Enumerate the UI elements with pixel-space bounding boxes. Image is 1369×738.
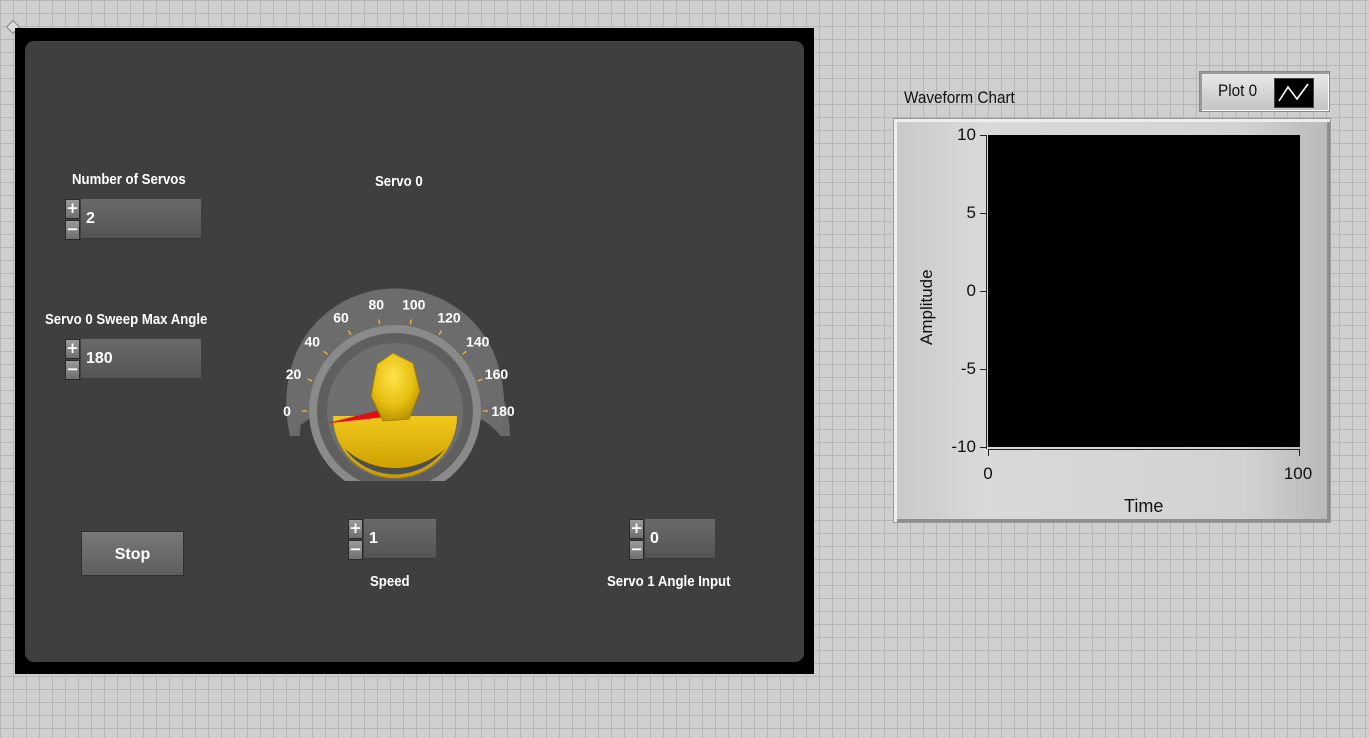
y-tick-label: -10 bbox=[951, 437, 976, 456]
speed-label: Speed bbox=[370, 573, 410, 590]
decrement-button[interactable]: − bbox=[65, 360, 80, 380]
gauge-tick-label: 180 bbox=[491, 403, 515, 419]
x-axis-label: Time bbox=[1124, 496, 1164, 516]
gauge-label: Servo 0 bbox=[375, 173, 423, 190]
y-tick-mark bbox=[980, 213, 986, 214]
plot-legend[interactable]: Plot 0 bbox=[1199, 71, 1330, 112]
servo1-angle-label: Servo 1 Angle Input bbox=[607, 573, 731, 590]
number-of-servos-control: + − 2 bbox=[65, 199, 201, 241]
sweep-max-angle-input[interactable]: 180 bbox=[81, 339, 201, 379]
gauge-tick-label: 160 bbox=[485, 366, 509, 382]
gauge-tick bbox=[378, 319, 381, 325]
gauge-tick-label: 0 bbox=[283, 403, 291, 419]
servo-gauge[interactable]: 0 20 40 60 80 100 120 140 160 180 bbox=[275, 201, 515, 497]
y-tick-label: -5 bbox=[960, 359, 976, 378]
servo1-angle-control: + − 0 bbox=[629, 519, 715, 561]
gauge-svg: 0 2040 60 80 100 120 140 160 180 bbox=[283, 288, 515, 497]
x-axis-line bbox=[988, 449, 1300, 450]
decrement-button[interactable]: − bbox=[348, 540, 363, 560]
increment-button[interactable]: + bbox=[348, 519, 363, 539]
gauge-tick-label: 120 bbox=[437, 309, 461, 325]
sweep-max-angle-label: Servo 0 Sweep Max Angle bbox=[45, 311, 208, 328]
gauge-tick-label: 140 bbox=[466, 334, 490, 350]
increment-button[interactable]: + bbox=[629, 519, 644, 539]
sweep-max-angle-control: + − 180 bbox=[65, 339, 201, 381]
y-tick-label: 0 bbox=[966, 281, 976, 300]
legend-plot-name: Plot 0 bbox=[1218, 81, 1258, 100]
increment-button[interactable]: + bbox=[65, 339, 80, 359]
gauge-knob bbox=[370, 352, 421, 422]
servo1-angle-input[interactable]: 0 bbox=[645, 519, 715, 559]
y-tick-mark bbox=[980, 447, 986, 448]
gauge-tick-label: 40 bbox=[304, 334, 320, 350]
y-axis-label: Amplitude bbox=[917, 269, 936, 345]
gauge-tick-label: 80 bbox=[368, 297, 384, 313]
x-tick-mark bbox=[988, 450, 989, 456]
gauge-tick-label: 60 bbox=[333, 309, 349, 325]
stop-button[interactable]: Stop bbox=[81, 531, 184, 576]
number-of-servos-input[interactable]: 2 bbox=[81, 199, 201, 239]
speed-control: + − 1 bbox=[348, 519, 436, 561]
gauge-tick bbox=[409, 319, 412, 325]
gauge-tick-label: 20 bbox=[286, 366, 302, 382]
y-tick-mark bbox=[980, 369, 986, 370]
plot-area[interactable] bbox=[988, 135, 1300, 447]
chart-title: Waveform Chart bbox=[904, 88, 1015, 107]
waveform-chart: 10 5 0 -5 -10 0 100 Amplitude Time bbox=[893, 118, 1331, 523]
gauge-tick-label: 100 bbox=[402, 297, 426, 313]
number-of-servos-label: Number of Servos bbox=[72, 171, 186, 188]
x-tick-label: 100 bbox=[1283, 464, 1313, 483]
decrement-button[interactable]: − bbox=[65, 220, 80, 240]
y-tick-mark bbox=[980, 291, 986, 292]
plot-style-icon[interactable] bbox=[1274, 78, 1314, 108]
y-tick-mark bbox=[980, 135, 986, 136]
increment-button[interactable]: + bbox=[65, 199, 80, 219]
front-panel-frame: Number of Servos + − 2 Servo 0 Sweep Max… bbox=[15, 28, 814, 674]
x-tick-mark bbox=[1299, 450, 1300, 456]
y-tick-label: 5 bbox=[966, 203, 976, 222]
y-axis-line bbox=[986, 135, 987, 449]
decrement-button[interactable]: − bbox=[629, 540, 644, 560]
front-panel: Number of Servos + − 2 Servo 0 Sweep Max… bbox=[25, 41, 804, 662]
y-tick-label: 10 bbox=[957, 125, 976, 144]
speed-input[interactable]: 1 bbox=[364, 519, 436, 559]
x-tick-label: 0 bbox=[983, 464, 993, 483]
